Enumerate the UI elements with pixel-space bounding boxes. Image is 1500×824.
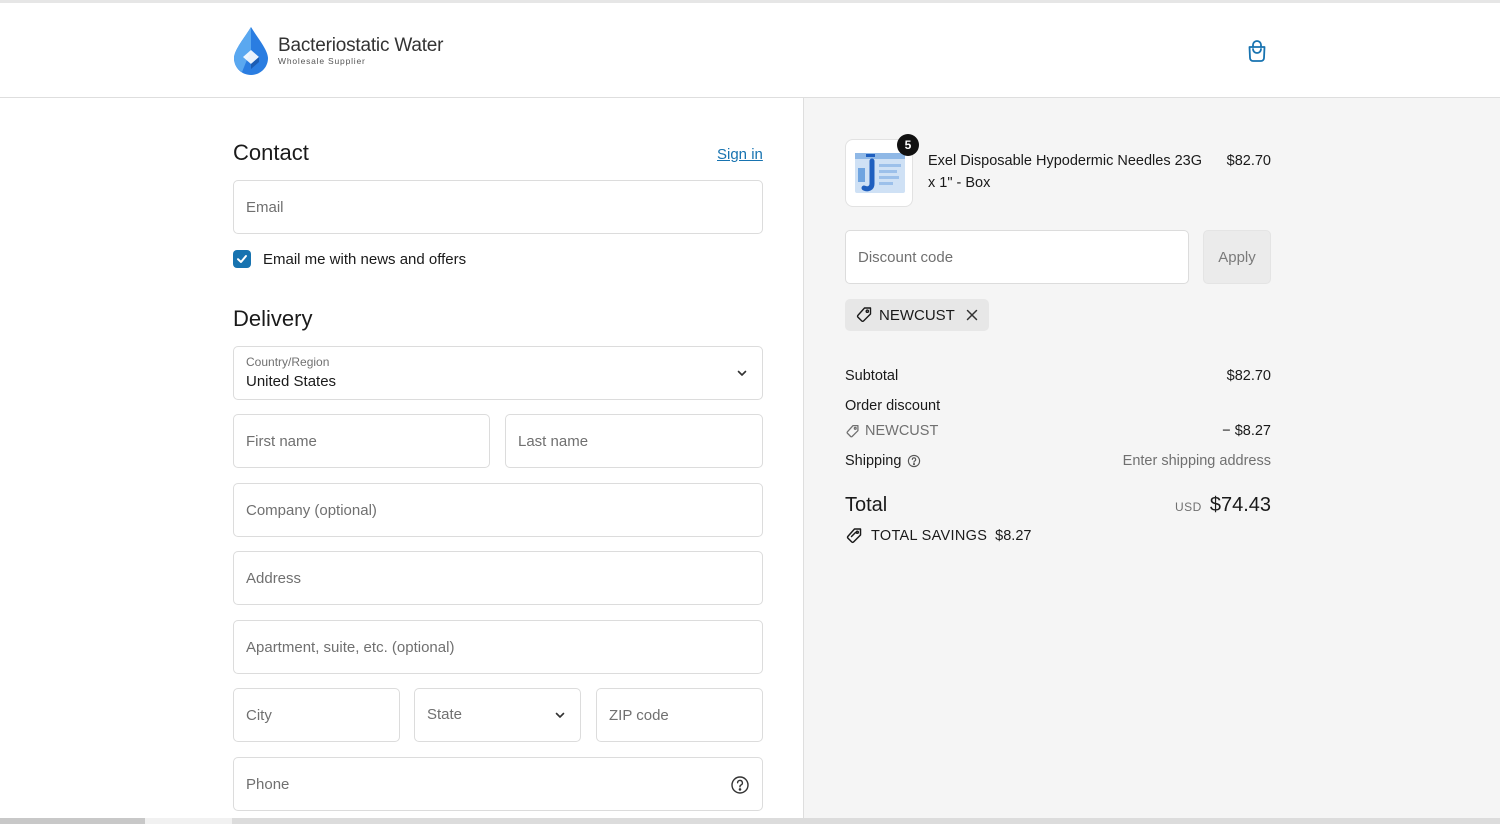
total-label: Total <box>845 494 888 516</box>
quantity-badge: 5 <box>897 134 919 156</box>
site-header: Bacteriostatic Water Wholesale Supplier <box>0 3 1500 98</box>
apply-discount-button[interactable]: Apply <box>1203 230 1271 284</box>
city-input[interactable] <box>234 689 399 741</box>
apartment-field[interactable] <box>233 620 763 674</box>
discount-code-input[interactable] <box>846 231 1188 283</box>
phone-input[interactable] <box>234 758 762 810</box>
scrollbar-thumb[interactable] <box>0 818 145 824</box>
order-discount-label: Order discount <box>845 398 941 414</box>
country-select[interactable]: Country/Region United States <box>233 346 763 400</box>
tag-icon <box>846 424 859 437</box>
first-name-field[interactable] <box>233 414 490 468</box>
email-field[interactable] <box>233 180 763 234</box>
shipping-row: Shipping Enter shipping address <box>845 453 1271 469</box>
scrollbar-thumb-secondary[interactable] <box>232 818 1500 824</box>
discount-code-name: NEWCUST <box>865 423 939 439</box>
company-field[interactable] <box>233 483 763 537</box>
address-input[interactable] <box>234 552 762 604</box>
question-circle-icon[interactable] <box>907 454 921 468</box>
shopping-bag-icon <box>1248 40 1266 62</box>
chevron-down-icon <box>555 712 565 718</box>
applied-discount-chip: NEWCUST <box>845 299 989 331</box>
cart-button[interactable] <box>1244 38 1270 64</box>
brand-tagline: Wholesale Supplier <box>278 56 366 67</box>
water-drop-logo-icon <box>234 27 268 75</box>
tag-icon <box>856 307 872 323</box>
state-select[interactable]: State <box>414 688 581 742</box>
address-field[interactable] <box>233 551 763 605</box>
email-input[interactable] <box>234 181 762 233</box>
country-value: United States <box>246 373 337 390</box>
savings-tag-icon <box>846 528 862 544</box>
applied-discount-code: NEWCUST <box>879 306 955 324</box>
subtotal-label: Subtotal <box>845 368 899 384</box>
brand-name: Bacteriostatic Water <box>278 35 444 57</box>
news-opt-in[interactable]: Email me with news and offers <box>233 249 466 269</box>
contact-heading: Contact <box>233 140 309 165</box>
subtotal-value: $82.70 <box>1226 368 1271 384</box>
close-icon[interactable] <box>965 308 979 322</box>
total-row: Total USD $74.43 <box>845 494 1271 517</box>
discount-code-field[interactable] <box>845 230 1189 284</box>
discount-value: − $8.27 <box>1222 423 1271 439</box>
total-savings: TOTAL SAVINGS $8.27 <box>845 527 1031 545</box>
discount-code-row: NEWCUST − $8.27 <box>845 423 1271 439</box>
checkmark-icon <box>237 255 247 263</box>
currency-code: USD <box>1174 500 1202 514</box>
subtotal-row: Subtotal $82.70 <box>845 368 1271 384</box>
sign-in-link[interactable]: Sign in <box>717 146 763 163</box>
country-label: Country/Region <box>246 355 330 369</box>
shipping-label: Shipping <box>845 453 902 469</box>
phone-field[interactable] <box>233 757 763 811</box>
state-placeholder: State <box>427 706 463 723</box>
first-name-input[interactable] <box>234 415 489 467</box>
news-opt-in-checkbox[interactable] <box>233 250 251 268</box>
question-circle-icon[interactable] <box>730 775 750 795</box>
company-input[interactable] <box>234 484 762 536</box>
chevron-down-icon <box>737 370 747 376</box>
last-name-field[interactable] <box>505 414 763 468</box>
shipping-value: Enter shipping address <box>1122 453 1271 469</box>
apartment-input[interactable] <box>234 621 762 673</box>
news-opt-in-label: Email me with news and offers <box>263 250 467 268</box>
savings-value: $8.27 <box>995 528 1032 544</box>
delivery-heading: Delivery <box>233 306 313 331</box>
city-field[interactable] <box>233 688 400 742</box>
order-discount-row: Order discount <box>845 398 1271 414</box>
total-value: $74.43 <box>1209 494 1271 516</box>
checkout-form: Contact Sign in Email me with news and o… <box>0 98 803 818</box>
savings-label: TOTAL SAVINGS <box>871 528 988 544</box>
product-price: $82.70 <box>1226 153 1271 169</box>
order-summary: 5 Exel Disposable Hypodermic Needles 23G… <box>803 98 1500 818</box>
product-name: Exel Disposable Hypodermic Needles 23G x… <box>928 153 1203 191</box>
zip-field[interactable] <box>596 688 763 742</box>
zip-input[interactable] <box>597 689 762 741</box>
brand-logo[interactable]: Bacteriostatic Water Wholesale Supplier <box>232 25 472 77</box>
last-name-input[interactable] <box>506 415 762 467</box>
